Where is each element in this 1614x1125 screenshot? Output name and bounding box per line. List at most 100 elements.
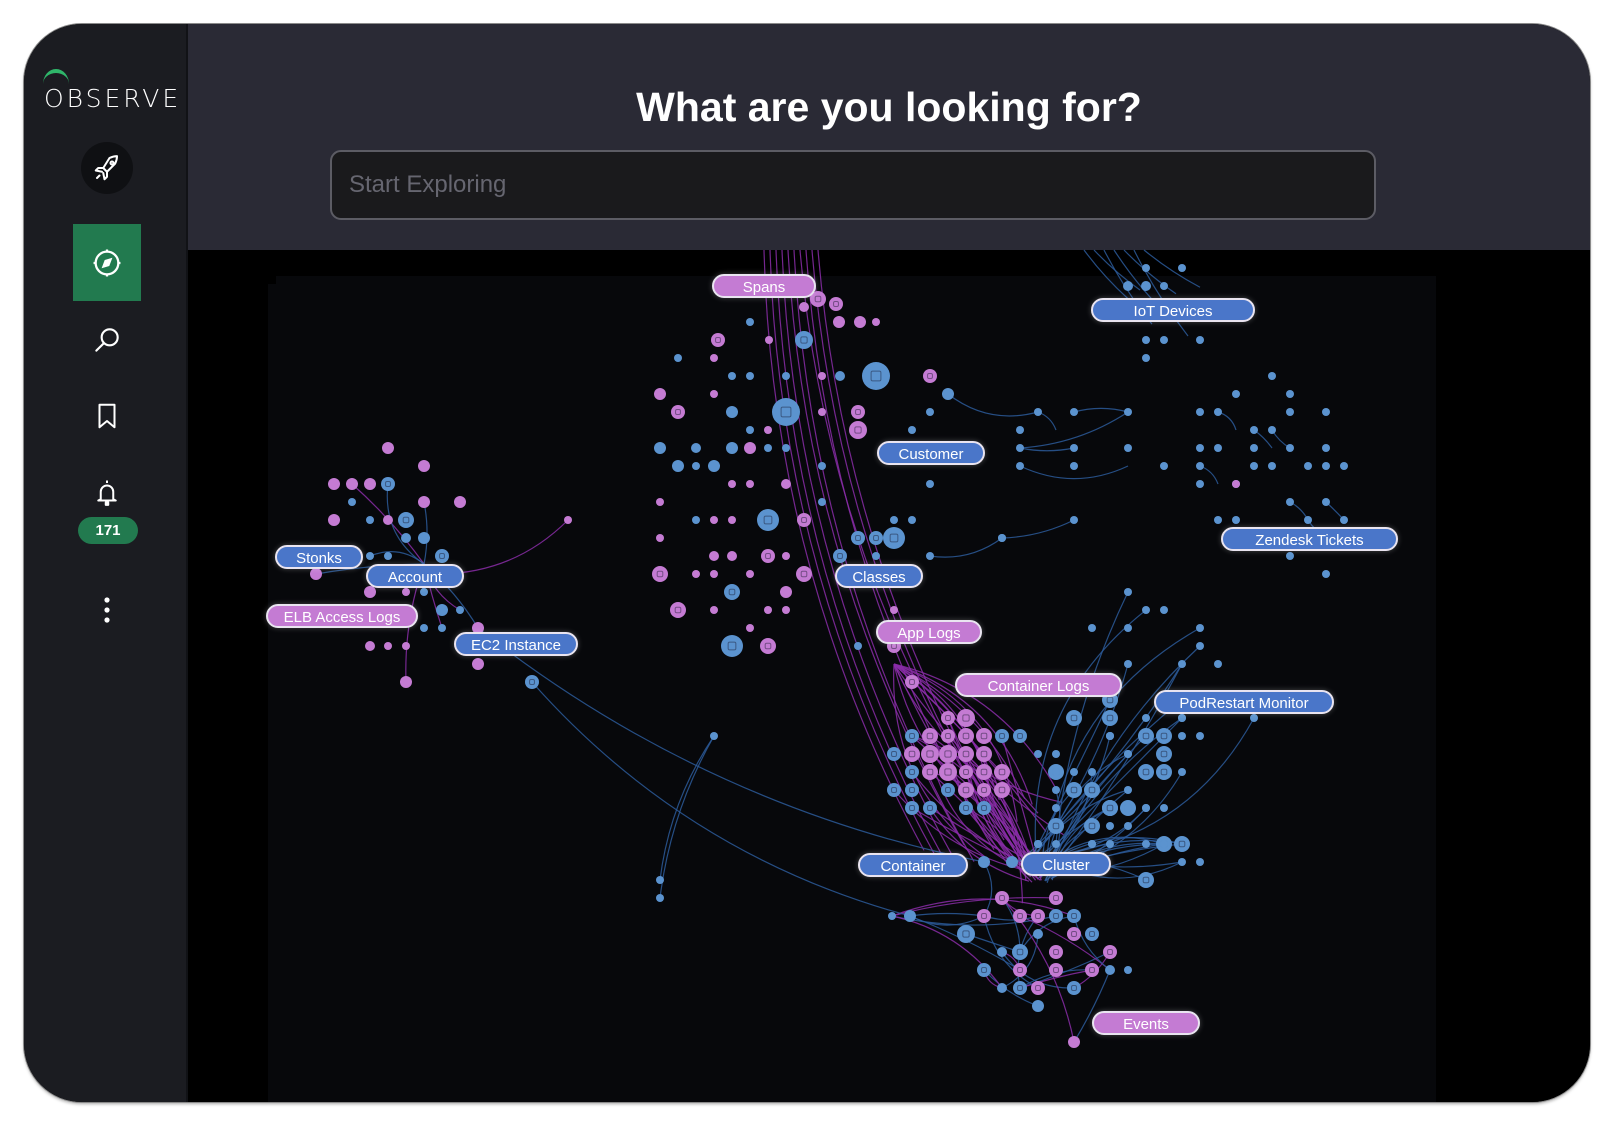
- resource-dataset-node[interactable]: [1052, 786, 1060, 794]
- event-dataset-node[interactable]: [922, 728, 938, 744]
- resource-dataset-node[interactable]: [887, 783, 901, 797]
- resource-dataset-node[interactable]: [997, 947, 1007, 957]
- resource-dataset-node[interactable]: [883, 527, 905, 549]
- resource-dataset-node[interactable]: [1016, 426, 1024, 434]
- resource-dataset-node[interactable]: [1102, 710, 1118, 726]
- event-dataset-node[interactable]: [1085, 963, 1099, 977]
- resource-dataset-node[interactable]: [1156, 746, 1172, 762]
- event-dataset-node[interactable]: [1103, 945, 1117, 959]
- event-dataset-node[interactable]: [1049, 891, 1063, 905]
- resource-dataset-node[interactable]: [381, 477, 395, 491]
- graph-label-classes[interactable]: Classes: [835, 564, 923, 588]
- resource-dataset-node[interactable]: [1250, 714, 1258, 722]
- resource-dataset-node[interactable]: [1124, 444, 1132, 452]
- resource-dataset-node[interactable]: [905, 765, 919, 779]
- event-dataset-node[interactable]: [402, 642, 410, 650]
- resource-dataset-node[interactable]: [942, 388, 954, 400]
- resource-dataset-node[interactable]: [1124, 660, 1132, 668]
- event-dataset-node[interactable]: [564, 516, 572, 524]
- resource-dataset-node[interactable]: [1052, 768, 1060, 776]
- event-dataset-node[interactable]: [890, 606, 898, 614]
- event-dataset-node[interactable]: [727, 551, 737, 561]
- resource-dataset-node[interactable]: [757, 509, 779, 531]
- resource-dataset-node[interactable]: [674, 354, 682, 362]
- event-dataset-node[interactable]: [818, 372, 826, 380]
- event-dataset-node[interactable]: [746, 570, 754, 578]
- event-dataset-node[interactable]: [1068, 1036, 1080, 1048]
- resource-dataset-node[interactable]: [1268, 426, 1276, 434]
- event-dataset-node[interactable]: [364, 478, 376, 490]
- resource-dataset-node[interactable]: [1052, 804, 1060, 812]
- resource-dataset-node[interactable]: [1286, 552, 1294, 560]
- resource-dataset-node[interactable]: [1106, 822, 1114, 830]
- resource-dataset-node[interactable]: [1322, 408, 1330, 416]
- event-dataset-node[interactable]: [921, 745, 939, 763]
- resource-dataset-node[interactable]: [1124, 624, 1132, 632]
- resource-dataset-node[interactable]: [366, 552, 374, 560]
- graph-label-events[interactable]: Events: [1092, 1011, 1200, 1035]
- event-dataset-node[interactable]: [728, 480, 736, 488]
- resource-dataset-node[interactable]: [1142, 714, 1150, 722]
- resource-dataset-node[interactable]: [941, 783, 955, 797]
- event-dataset-node[interactable]: [780, 586, 792, 598]
- resource-dataset-node[interactable]: [418, 532, 430, 544]
- event-dataset-node[interactable]: [670, 602, 686, 618]
- event-dataset-node[interactable]: [958, 782, 974, 798]
- resource-dataset-node[interactable]: [888, 912, 896, 920]
- event-dataset-node[interactable]: [472, 658, 484, 670]
- resource-dataset-node[interactable]: [438, 624, 446, 632]
- resource-dataset-node[interactable]: [1178, 858, 1186, 866]
- resource-dataset-node[interactable]: [1214, 660, 1222, 668]
- resource-dataset-node[interactable]: [436, 604, 448, 616]
- resource-dataset-node[interactable]: [1268, 372, 1276, 380]
- event-dataset-node[interactable]: [1013, 909, 1027, 923]
- resource-dataset-node[interactable]: [1196, 642, 1204, 650]
- resource-dataset-node[interactable]: [1250, 444, 1258, 452]
- event-dataset-node[interactable]: [976, 746, 992, 762]
- event-dataset-node[interactable]: [710, 390, 718, 398]
- resource-dataset-node[interactable]: [1124, 408, 1132, 416]
- resource-dataset-node[interactable]: [1033, 929, 1043, 939]
- event-dataset-node[interactable]: [905, 675, 919, 689]
- event-dataset-node[interactable]: [904, 746, 920, 762]
- graph-label-customer[interactable]: Customer: [877, 441, 985, 465]
- resource-dataset-node[interactable]: [1034, 408, 1042, 416]
- resource-dataset-node[interactable]: [384, 552, 392, 560]
- resource-dataset-node[interactable]: [1124, 822, 1132, 830]
- event-dataset-node[interactable]: [710, 354, 718, 362]
- resource-dataset-node[interactable]: [1196, 336, 1204, 344]
- event-dataset-node[interactable]: [1031, 981, 1045, 995]
- resource-dataset-node[interactable]: [1214, 408, 1222, 416]
- graph-label-app-logs[interactable]: App Logs: [876, 620, 982, 644]
- resource-dataset-node[interactable]: [1066, 782, 1082, 798]
- event-dataset-node[interactable]: [939, 745, 957, 763]
- resource-dataset-node[interactable]: [435, 549, 449, 563]
- resource-dataset-node[interactable]: [366, 516, 374, 524]
- resource-dataset-node[interactable]: [1196, 444, 1204, 452]
- resource-dataset-node[interactable]: [957, 925, 975, 943]
- resource-dataset-node[interactable]: [782, 372, 790, 380]
- resource-dataset-node[interactable]: [1156, 764, 1172, 780]
- resource-dataset-node[interactable]: [672, 460, 684, 472]
- resource-dataset-node[interactable]: [1178, 660, 1186, 668]
- resource-dataset-node[interactable]: [1124, 786, 1132, 794]
- resource-dataset-node[interactable]: [835, 371, 845, 381]
- resource-dataset-node[interactable]: [1049, 909, 1063, 923]
- resource-dataset-node[interactable]: [851, 531, 865, 545]
- event-dataset-node[interactable]: [976, 728, 992, 744]
- resource-dataset-node[interactable]: [1141, 281, 1151, 291]
- resource-dataset-node[interactable]: [746, 426, 754, 434]
- resource-dataset-node[interactable]: [1286, 408, 1294, 416]
- resource-dataset-node[interactable]: [1088, 624, 1096, 632]
- event-dataset-node[interactable]: [728, 516, 736, 524]
- resource-dataset-node[interactable]: [1178, 732, 1186, 740]
- resource-dataset-node[interactable]: [818, 462, 826, 470]
- graph-label-account[interactable]: Account: [366, 564, 464, 588]
- graph-label-spans[interactable]: Spans: [712, 274, 816, 298]
- graph-label-ec2-instance[interactable]: EC2 Instance: [454, 632, 578, 656]
- event-dataset-node[interactable]: [402, 588, 410, 596]
- resource-dataset-node[interactable]: [1102, 800, 1118, 816]
- resource-dataset-node[interactable]: [1138, 728, 1154, 744]
- resource-dataset-node[interactable]: [772, 398, 800, 426]
- graph-label-iot-devices[interactable]: IoT Devices: [1091, 298, 1255, 322]
